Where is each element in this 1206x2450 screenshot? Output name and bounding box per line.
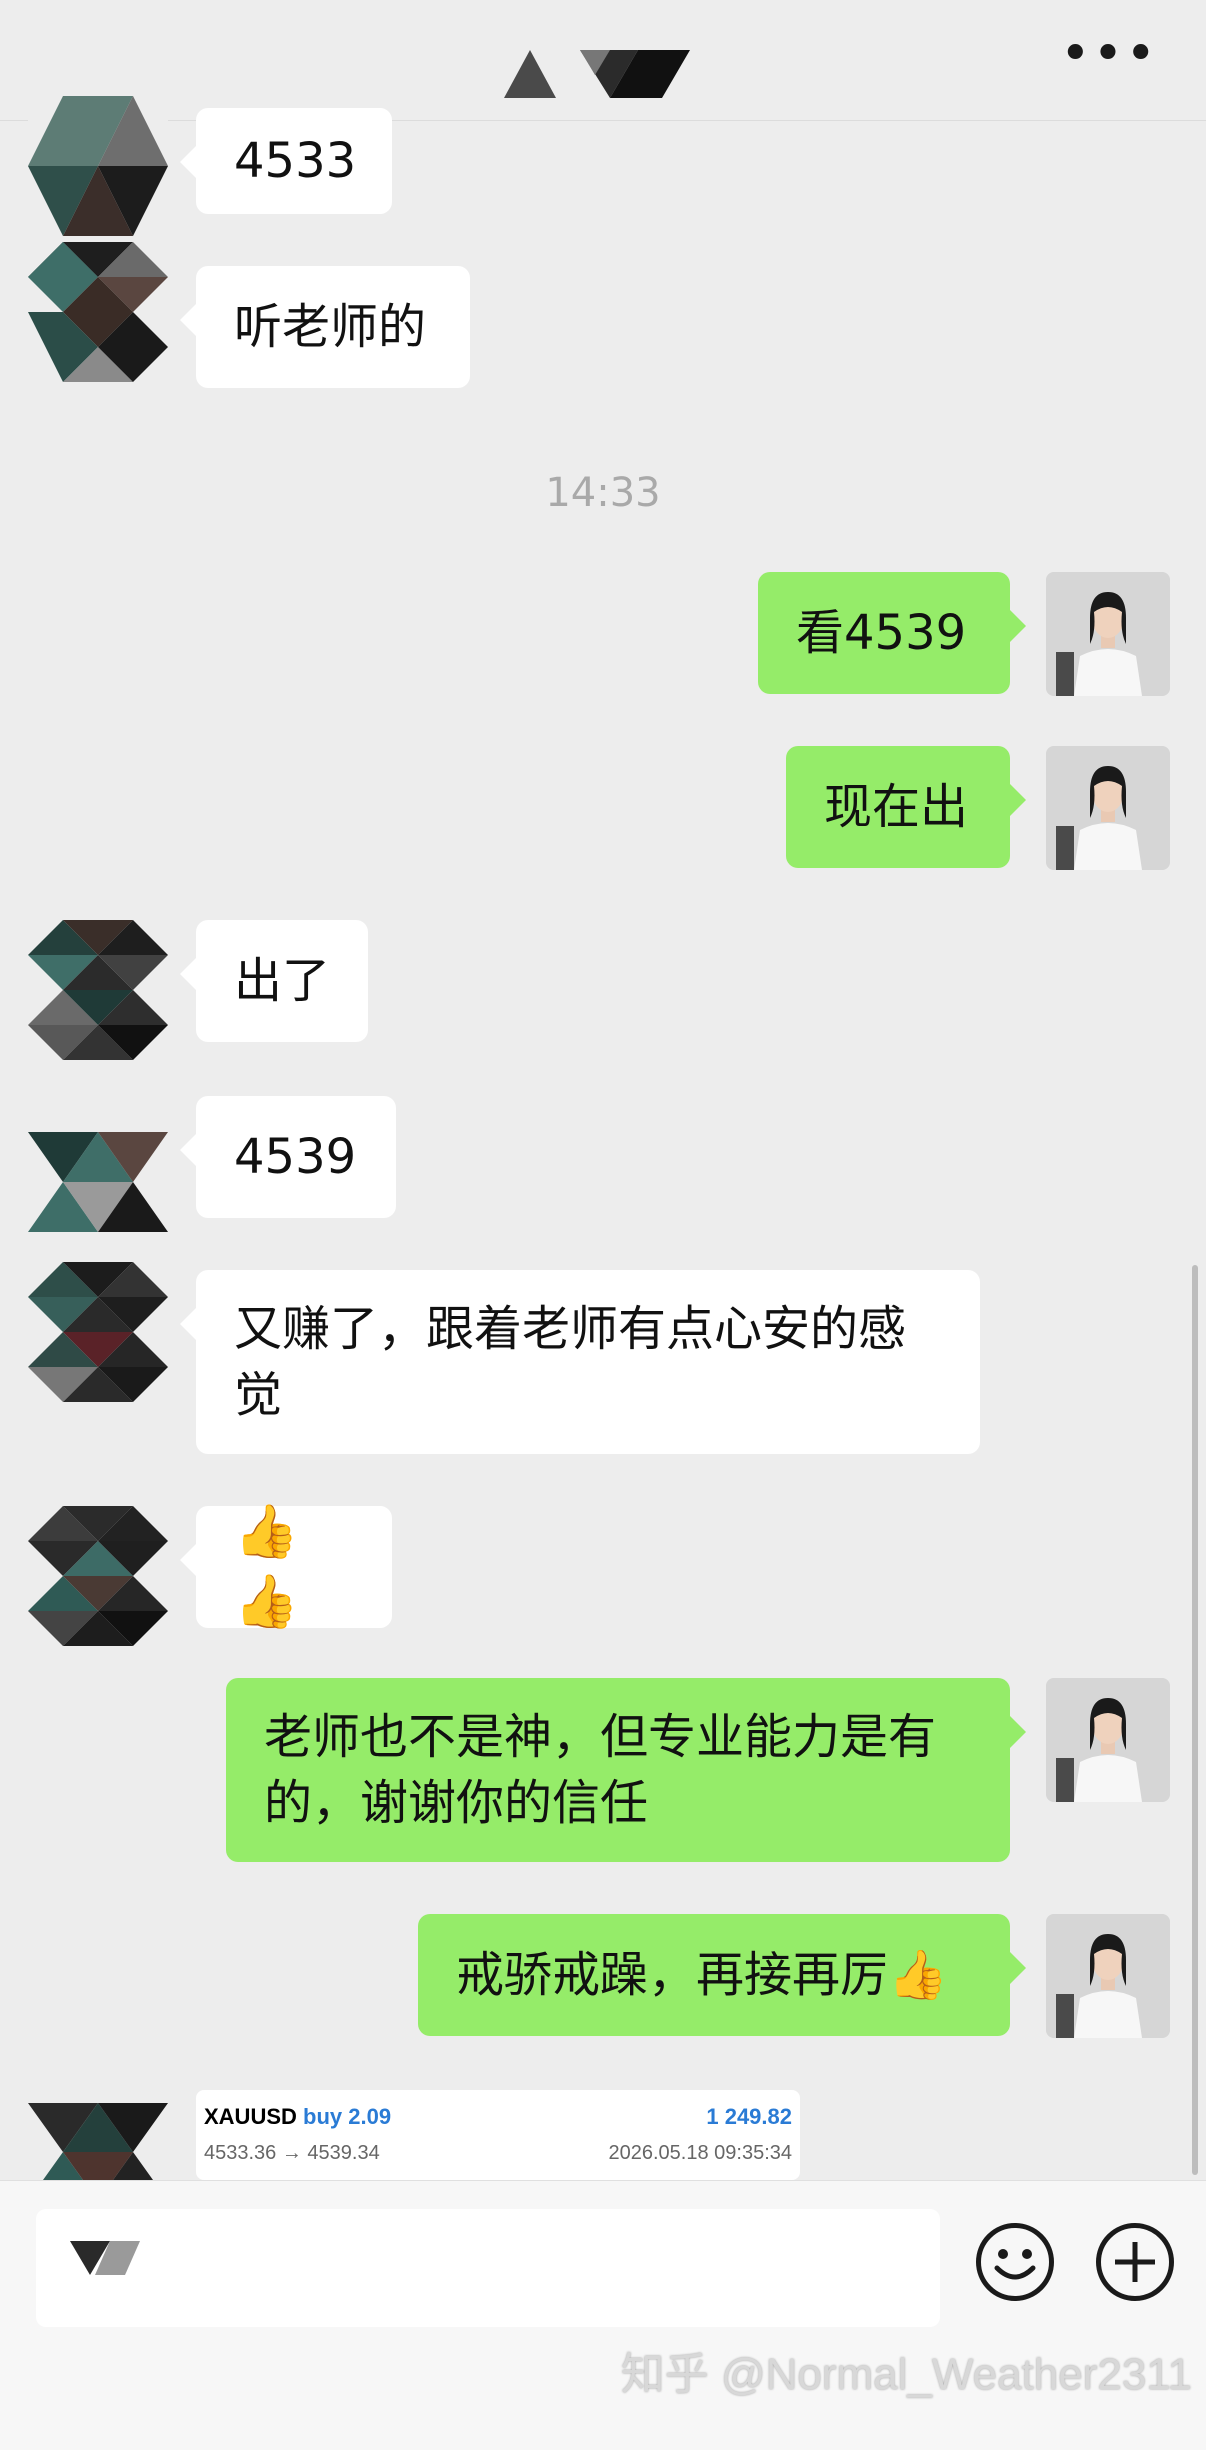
message-bubble-outgoing[interactable]: 现在出: [786, 746, 1026, 868]
message-bubble-incoming[interactable]: 4539: [180, 1096, 396, 1218]
my-avatar[interactable]: [1046, 746, 1170, 870]
redacted-voice-icon: [70, 2241, 140, 2275]
contact-avatar[interactable]: [28, 1506, 168, 1646]
trade-record-card[interactable]: XAUUSD buy 2.09 1 249.82 4533.36 → 4539.…: [196, 2090, 800, 2180]
trade-profit: 1 249.82: [706, 2104, 792, 2129]
more-menu-button[interactable]: •••: [1060, 28, 1158, 80]
message-timestamp: 14:33: [545, 470, 661, 516]
trade-price-range: 4533.36 → 4539.34: [204, 2142, 380, 2164]
contact-avatar[interactable]: [28, 96, 168, 236]
trade-symbol: XAUUSD: [204, 2104, 297, 2129]
message-bubble-outgoing[interactable]: 看4539: [758, 572, 1026, 694]
trade-datetime: 2026.05.18 09:35:34: [608, 2142, 792, 2164]
contact-avatar[interactable]: [28, 1262, 168, 1402]
message-bubble-incoming[interactable]: 👍👍: [180, 1502, 392, 1632]
message-bubble-outgoing[interactable]: 戒骄戒躁，再接再厉👍: [418, 1914, 1026, 2036]
message-bubble-outgoing[interactable]: 老师也不是神，但专业能力是有的，谢谢你的信任: [226, 1678, 1026, 1862]
smiley-icon: [994, 2249, 1036, 2280]
my-avatar[interactable]: [1046, 1678, 1170, 1802]
contact-avatar[interactable]: [28, 920, 168, 1060]
my-avatar[interactable]: [1046, 572, 1170, 696]
chat-scrollbar[interactable]: [1192, 1265, 1198, 2175]
source-watermark: 知乎 @Normal_Weather2311: [620, 2350, 1192, 2399]
more-actions-button[interactable]: [1096, 2223, 1174, 2301]
contact-avatar[interactable]: [28, 242, 168, 382]
message-bubble-incoming[interactable]: 4533: [180, 108, 392, 214]
redacted-title-icon: [504, 50, 690, 98]
emoji-button[interactable]: [976, 2223, 1054, 2301]
trade-symbol-line: XAUUSD buy 2.09: [204, 2104, 391, 2130]
message-bubble-incoming[interactable]: 出了: [180, 920, 368, 1042]
plus-icon: [1115, 2242, 1155, 2282]
message-input[interactable]: [36, 2209, 940, 2327]
contact-avatar[interactable]: [28, 1112, 168, 1252]
trade-side: buy 2.09: [303, 2104, 392, 2129]
message-input-bar: 知乎 @Normal_Weather2311: [0, 2180, 1206, 2450]
message-bubble-incoming[interactable]: 又赚了，跟着老师有点心安的感觉: [180, 1270, 980, 1454]
chat-header: •••: [0, 0, 1206, 121]
my-avatar[interactable]: [1046, 1914, 1170, 2038]
message-bubble-incoming[interactable]: 听老师的: [180, 266, 470, 388]
